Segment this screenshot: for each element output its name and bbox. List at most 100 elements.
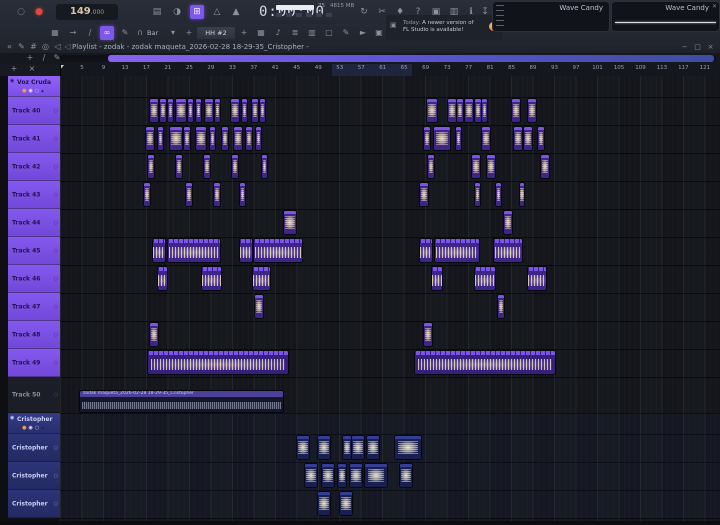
sync-icon[interactable]: ↻ (357, 5, 371, 19)
audio-clip[interactable] (205, 99, 213, 122)
audio-clip[interactable] (343, 436, 351, 459)
audio-clip[interactable] (242, 99, 247, 122)
wave-candy-meter-window[interactable]: Wave Candy (492, 1, 610, 32)
link-button[interactable]: ∞ (100, 26, 114, 40)
audio-clip[interactable] (424, 323, 432, 346)
playlist-lane[interactable] (60, 209, 720, 238)
audio-clip[interactable] (472, 155, 480, 178)
audio-clip[interactable] (350, 464, 362, 487)
audio-clip[interactable] (204, 155, 210, 178)
mixer-icon[interactable]: ▥ (305, 26, 319, 40)
track-header[interactable]: Track 47○ (8, 293, 60, 321)
playlist-lane[interactable] (60, 76, 720, 98)
slice-tool-icon[interactable]: ∕ (38, 51, 50, 65)
playlist-lane[interactable] (60, 181, 720, 210)
audio-clip[interactable] (528, 267, 546, 290)
browser-icon[interactable]: ▢ (322, 26, 336, 40)
track-mute-button[interactable]: ○ (54, 332, 58, 338)
playlist-lane[interactable] (60, 462, 720, 491)
audio-clip[interactable] (158, 267, 167, 290)
audio-clip[interactable] (215, 99, 220, 122)
track-mute-button[interactable]: ○ (54, 220, 58, 226)
audio-clip[interactable] (188, 99, 193, 122)
playlist-lane[interactable] (60, 413, 720, 435)
audio-clip[interactable] (256, 127, 261, 150)
tempo-display[interactable]: 149.000 (56, 4, 118, 20)
audio-clip[interactable] (232, 155, 238, 178)
audio-clip[interactable] (524, 127, 532, 150)
audio-clip[interactable] (262, 155, 267, 178)
wave-candy-scope-window[interactable]: Wave Candy ✕ (611, 1, 720, 32)
audio-clip[interactable]: zodak maqueta_2026-02-28 18-29-35_Cristo… (80, 391, 283, 412)
typing-keyboard-icon[interactable]: ▤ (150, 5, 164, 19)
audio-clip[interactable] (512, 99, 520, 122)
audio-clip[interactable] (176, 155, 182, 178)
audio-clip[interactable] (202, 267, 221, 290)
audio-clip[interactable] (482, 99, 487, 122)
audio-clip[interactable] (340, 492, 352, 515)
wait-for-input-icon[interactable]: ◑ (170, 5, 184, 19)
audio-clip[interactable] (496, 183, 501, 206)
cursor-tool-icon[interactable]: ► (356, 26, 370, 40)
audio-clip[interactable] (170, 127, 182, 150)
audio-clip[interactable] (253, 267, 270, 290)
track-header[interactable]: Track 50○ (8, 377, 60, 413)
audio-clip[interactable] (297, 436, 309, 459)
track-header[interactable]: Track 45○ (8, 237, 60, 265)
plus-icon[interactable]: + (182, 26, 196, 40)
track-group-header[interactable]: Cristopher◉●◉○▴ (8, 413, 60, 434)
audio-clip[interactable] (400, 464, 412, 487)
playlist-lane[interactable] (60, 153, 720, 182)
audio-clip[interactable] (420, 239, 432, 262)
audio-clip[interactable] (150, 323, 158, 346)
audio-clip[interactable] (146, 127, 154, 150)
track-header[interactable]: Cristopher○ (8, 462, 60, 490)
audio-clip[interactable] (420, 183, 428, 206)
track-header[interactable]: Cristopher○ (8, 490, 60, 518)
track-group-header[interactable]: Voz Cruda◉●◉○▴ (8, 76, 60, 97)
audio-clip[interactable] (184, 127, 190, 150)
magnet-icon[interactable]: ∩ (133, 26, 147, 40)
track-mute-button[interactable]: ○ (54, 360, 58, 366)
track-mute-button[interactable]: ○ (54, 136, 58, 142)
close-button[interactable]: × (705, 42, 716, 53)
pattern-add-icon[interactable]: + (237, 26, 251, 40)
audio-clip[interactable] (254, 239, 302, 262)
playlist-lane[interactable] (60, 321, 720, 350)
countdown-button[interactable]: ⊞ (190, 5, 204, 19)
audio-clip[interactable] (160, 99, 166, 122)
close-icon[interactable]: ✕ (712, 3, 717, 10)
track-header[interactable]: Cristopher○ (8, 434, 60, 462)
audio-clip[interactable] (338, 464, 346, 487)
audio-clip[interactable] (528, 99, 536, 122)
panel-icon[interactable]: ▣ (372, 26, 386, 40)
audio-clip[interactable] (246, 127, 252, 150)
audio-clip[interactable] (148, 155, 154, 178)
audio-clip[interactable] (514, 127, 522, 150)
playlist-lane[interactable] (60, 293, 720, 322)
record-button[interactable]: ● (32, 5, 46, 19)
audio-clip[interactable] (322, 464, 334, 487)
audio-clip[interactable] (305, 464, 317, 487)
audio-clip[interactable] (541, 155, 549, 178)
pencil-tool-icon[interactable]: ✎ (339, 26, 353, 40)
audio-clip[interactable] (475, 99, 481, 122)
audio-clip[interactable] (395, 436, 421, 459)
chart-editor-icon[interactable]: ▦ (254, 26, 268, 40)
audio-clip[interactable] (475, 183, 480, 206)
group-controls[interactable]: ●◉○▴ (8, 87, 60, 95)
audio-clip[interactable] (365, 464, 387, 487)
audio-clip[interactable] (196, 127, 206, 150)
audio-clip[interactable] (168, 239, 220, 262)
audio-clip[interactable] (427, 99, 437, 122)
track-mute-button[interactable]: ○ (54, 192, 58, 198)
horizontal-scrollbar[interactable] (60, 55, 716, 62)
playlist-lane[interactable] (60, 434, 720, 463)
audio-clip[interactable] (234, 127, 242, 150)
playlist-lane[interactable] (60, 97, 720, 126)
audio-clip[interactable] (186, 183, 192, 206)
group-controls[interactable]: ●◉○▴ (8, 424, 60, 432)
track-mute-button[interactable]: ○ (54, 304, 58, 310)
audio-clip[interactable] (255, 295, 263, 318)
audio-clip[interactable] (284, 211, 296, 234)
